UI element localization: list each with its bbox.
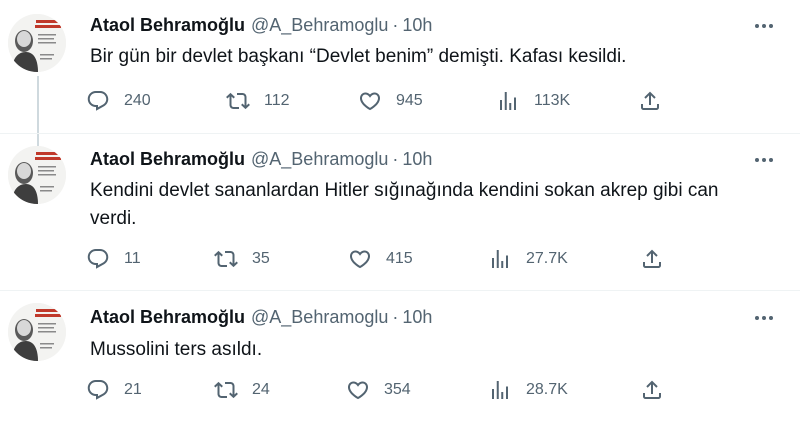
avatar[interactable] bbox=[8, 146, 66, 204]
timestamp[interactable]: 10h bbox=[402, 15, 432, 35]
retweet-count: 24 bbox=[252, 381, 270, 398]
tweet-actions: 21 24 354 28.7K bbox=[86, 377, 676, 403]
views-button[interactable]: 113K bbox=[496, 88, 570, 114]
retweet-icon bbox=[226, 89, 250, 113]
more-icon bbox=[755, 316, 759, 320]
views-button[interactable]: 28.7K bbox=[488, 377, 568, 403]
reply-button[interactable]: 11 bbox=[86, 246, 141, 272]
author-name[interactable]: Ataol Behramoğlu bbox=[90, 307, 245, 327]
retweet-button[interactable]: 24 bbox=[214, 377, 270, 403]
tweet[interactable]: Ataol Behramoğlu @A_Behramoglu · 10h Bir gü… bbox=[0, 0, 800, 130]
tweet[interactable]: Ataol Behramoğlu @A_Behramoglu · 10h Mussol… bbox=[0, 291, 800, 430]
avatar[interactable] bbox=[8, 303, 66, 361]
reply-count: 11 bbox=[124, 250, 141, 267]
retweet-icon bbox=[214, 247, 238, 271]
share-button[interactable] bbox=[638, 88, 662, 114]
reply-count: 21 bbox=[124, 381, 142, 398]
tweet-text: Bir gün bir devlet başkanı “Devlet benim… bbox=[90, 46, 627, 67]
retweet-count: 112 bbox=[264, 92, 290, 109]
like-button[interactable]: 354 bbox=[346, 377, 411, 403]
reply-count: 240 bbox=[124, 92, 151, 109]
like-count: 415 bbox=[386, 250, 413, 267]
author-handle[interactable]: @A_Behramoglu bbox=[251, 149, 388, 169]
tweet[interactable]: Ataol Behramoğlu @A_Behramoglu · 10h Kendin… bbox=[0, 134, 800, 284]
separator-dot: · bbox=[392, 307, 399, 327]
tweet-text: Mussolini ters asıldı. bbox=[90, 339, 263, 360]
tweet-header: Ataol Behramoğlu @A_Behramoglu · 10h bbox=[90, 148, 432, 170]
avatar[interactable] bbox=[8, 14, 66, 72]
timestamp[interactable]: 10h bbox=[402, 149, 432, 169]
retweet-icon bbox=[214, 378, 238, 402]
retweet-button[interactable]: 112 bbox=[226, 88, 290, 114]
share-icon bbox=[640, 247, 664, 271]
more-options-button[interactable] bbox=[752, 14, 776, 38]
separator-dot: · bbox=[392, 15, 399, 35]
share-button[interactable] bbox=[640, 377, 664, 403]
share-icon bbox=[640, 378, 664, 402]
tweet-header: Ataol Behramoğlu @A_Behramoglu · 10h bbox=[90, 14, 432, 36]
separator-dot: · bbox=[392, 149, 399, 169]
views-count: 27.7K bbox=[526, 250, 568, 267]
author-name[interactable]: Ataol Behramoğlu bbox=[90, 15, 245, 35]
views-icon bbox=[496, 89, 520, 113]
author-name[interactable]: Ataol Behramoğlu bbox=[90, 149, 245, 169]
reply-button[interactable]: 240 bbox=[86, 88, 151, 114]
heart-icon bbox=[358, 89, 382, 113]
timestamp[interactable]: 10h bbox=[402, 307, 432, 327]
retweet-button[interactable]: 35 bbox=[214, 246, 270, 272]
like-count: 354 bbox=[384, 381, 411, 398]
reply-button[interactable]: 21 bbox=[86, 377, 142, 403]
tweet-actions: 11 35 415 27.7K bbox=[86, 246, 676, 272]
more-icon bbox=[755, 24, 759, 28]
like-count: 945 bbox=[396, 92, 423, 109]
more-icon bbox=[755, 158, 759, 162]
author-handle[interactable]: @A_Behramoglu bbox=[251, 307, 388, 327]
reply-icon bbox=[86, 89, 110, 113]
views-icon bbox=[488, 247, 512, 271]
author-handle[interactable]: @A_Behramoglu bbox=[251, 15, 388, 35]
retweet-count: 35 bbox=[252, 250, 270, 267]
tweet-header: Ataol Behramoğlu @A_Behramoglu · 10h bbox=[90, 306, 432, 328]
views-button[interactable]: 27.7K bbox=[488, 246, 568, 272]
reply-icon bbox=[86, 378, 110, 402]
reply-icon bbox=[86, 247, 110, 271]
views-count: 113K bbox=[534, 92, 571, 109]
views-icon bbox=[488, 378, 512, 402]
tweet-actions: 240 112 945 113K bbox=[86, 88, 676, 114]
share-icon bbox=[638, 89, 662, 113]
more-options-button[interactable] bbox=[752, 148, 776, 172]
more-options-button[interactable] bbox=[752, 306, 776, 330]
heart-icon bbox=[346, 378, 370, 402]
tweet-text: Kendini devlet sananlardan Hitler sığına… bbox=[90, 180, 719, 229]
heart-icon bbox=[348, 247, 372, 271]
views-count: 28.7K bbox=[526, 381, 568, 398]
share-button[interactable] bbox=[640, 246, 664, 272]
like-button[interactable]: 415 bbox=[348, 246, 413, 272]
like-button[interactable]: 945 bbox=[358, 88, 423, 114]
